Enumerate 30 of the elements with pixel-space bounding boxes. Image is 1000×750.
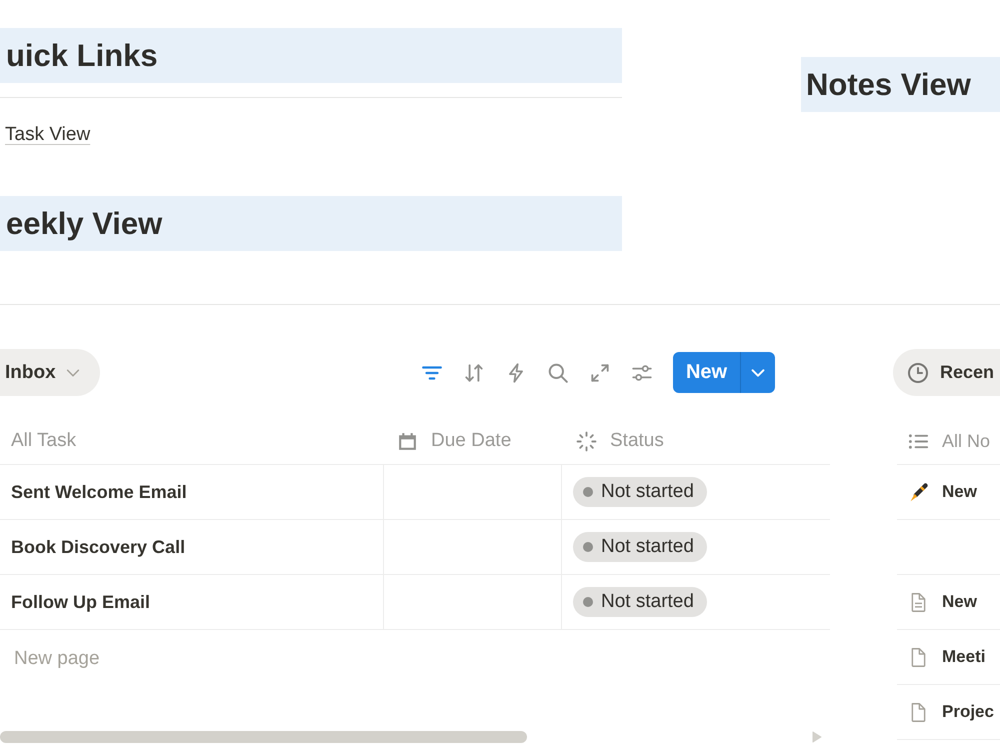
status-label: Not started: [601, 481, 694, 504]
view-tab[interactable]: Inbox: [0, 349, 100, 396]
calendar-icon: [397, 430, 418, 452]
column-header: Due Date: [431, 430, 512, 452]
expand-icon[interactable]: [589, 362, 611, 384]
clock-icon: [907, 362, 929, 384]
search-icon[interactable]: [547, 362, 569, 384]
table-cell: Book Discovery Call: [11, 536, 186, 558]
view-tab[interactable]: Recen: [893, 349, 1000, 396]
page-link[interactable]: Task View: [5, 124, 90, 146]
section-heading: Notes View: [801, 57, 1000, 112]
status-label: Not started: [601, 591, 694, 614]
list-item-title[interactable]: New: [942, 482, 977, 502]
pen-icon: [908, 482, 929, 503]
list-item-title[interactable]: Projec: [942, 702, 994, 722]
column-header: All Task: [11, 430, 76, 452]
table-cell: Follow Up Email: [11, 592, 150, 613]
scrollbar-thumb[interactable]: [0, 731, 527, 744]
new-button[interactable]: New: [673, 352, 740, 394]
sort-icon[interactable]: [463, 362, 485, 384]
status-label: Not started: [601, 536, 694, 558]
section-heading: uick Links: [0, 28, 622, 83]
column-header: Status: [610, 430, 664, 452]
list-item-title[interactable]: Meeti: [942, 647, 986, 668]
section-heading: eekly View: [0, 196, 622, 251]
list-item-title[interactable]: New: [942, 592, 977, 612]
spinner-icon: [576, 430, 597, 452]
dropdown-button[interactable]: [740, 352, 775, 394]
table-cell: Sent Welcome Email: [11, 482, 187, 503]
column-header: All No: [942, 430, 990, 452]
